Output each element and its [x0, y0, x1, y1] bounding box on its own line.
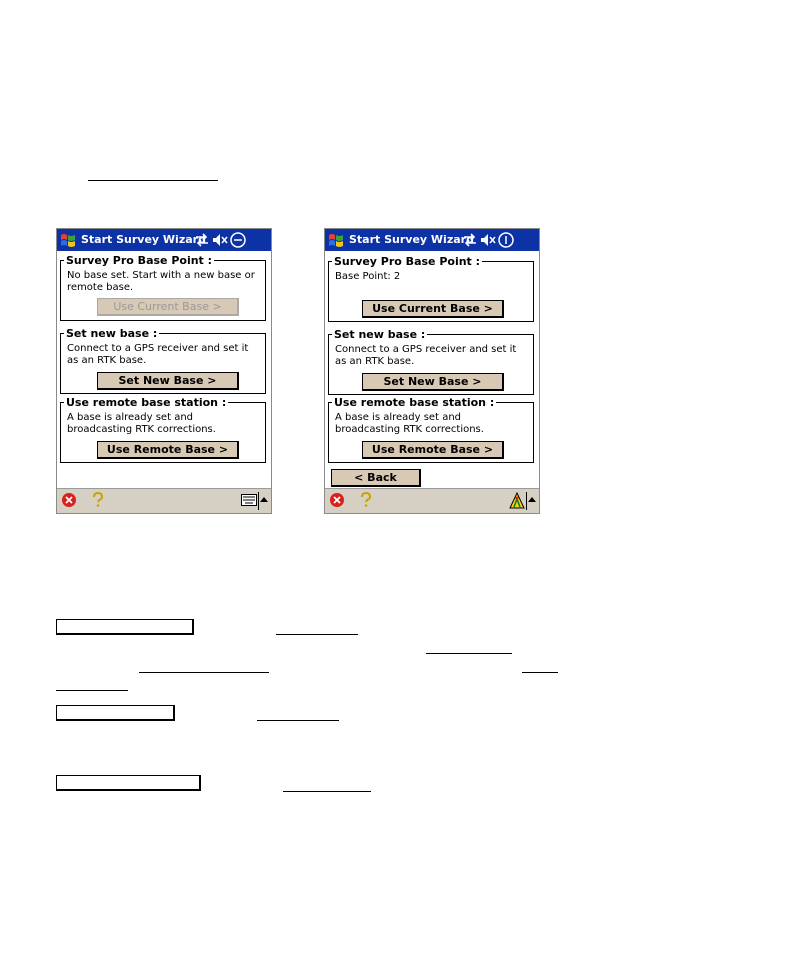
keyboard-icon[interactable]	[241, 494, 257, 506]
close-circle-icon[interactable]	[329, 492, 345, 508]
connectivity-arrows-icon[interactable]	[194, 231, 210, 249]
group-title: Set new base :	[332, 328, 428, 341]
taskbar-divider	[526, 492, 527, 510]
doc-underline	[56, 690, 128, 691]
group-description: A base is already set and broadcasting R…	[67, 412, 216, 435]
group-description: Base Point: 2	[335, 271, 401, 282]
title-bar: Start Survey Wizard	[325, 229, 539, 251]
doc-underline	[88, 180, 218, 181]
group-title: Use remote base station :	[64, 396, 229, 409]
back-button[interactable]: < Back	[331, 469, 421, 487]
taskbar	[57, 488, 271, 513]
group-description: Connect to a GPS receiver and set it as …	[335, 344, 517, 367]
group-use-remote-base-station: Use remote base station : A base is alre…	[328, 396, 534, 463]
help-question-icon[interactable]	[91, 492, 105, 508]
use-current-base-button[interactable]: Use Current Base >	[97, 298, 239, 316]
group-set-new-base: Set new base : Connect to a GPS receiver…	[328, 328, 534, 395]
pocketpc-screen-left: Start Survey Wizard Survey Pro Base Poin…	[56, 228, 272, 514]
set-new-base-button[interactable]: Set New Base >	[362, 373, 504, 391]
windows-flag-icon[interactable]	[59, 231, 77, 249]
group-title: Survey Pro Base Point :	[64, 254, 215, 267]
speaker-muted-icon[interactable]	[480, 231, 496, 249]
group-description: A base is already set and broadcasting R…	[335, 412, 484, 435]
doc-underline	[522, 672, 558, 673]
doc-button-outline	[56, 619, 194, 635]
doc-underline	[276, 634, 358, 635]
doc-underline	[257, 720, 339, 721]
speaker-muted-icon[interactable]	[212, 231, 228, 249]
use-remote-base-button[interactable]: Use Remote Base >	[97, 441, 239, 459]
close-circle-icon[interactable]	[497, 231, 515, 249]
help-question-icon[interactable]	[359, 492, 373, 508]
gps-status-icon[interactable]	[509, 492, 525, 509]
group-title: Set new base :	[64, 327, 160, 340]
connectivity-arrows-icon[interactable]	[462, 231, 478, 249]
doc-underline	[139, 672, 269, 673]
group-survey-pro-base-point: Survey Pro Base Point : No base set. Sta…	[60, 254, 266, 321]
group-title: Survey Pro Base Point :	[332, 255, 483, 268]
doc-underline	[426, 653, 512, 654]
group-set-new-base: Set new base : Connect to a GPS receiver…	[60, 327, 266, 394]
group-description: Connect to a GPS receiver and set it as …	[67, 343, 249, 366]
doc-underline	[283, 791, 371, 792]
window-title: Start Survey Wizard	[81, 233, 206, 246]
group-title: Use remote base station :	[332, 396, 497, 409]
close-circle-icon[interactable]	[229, 231, 247, 249]
up-arrow-icon[interactable]	[528, 496, 536, 502]
group-description: No base set. Start with a new base or re…	[67, 270, 255, 293]
window-title: Start Survey Wizard	[349, 233, 474, 246]
taskbar	[325, 488, 539, 513]
use-current-base-button[interactable]: Use Current Base >	[362, 300, 504, 318]
taskbar-divider	[258, 492, 259, 510]
group-survey-pro-base-point: Survey Pro Base Point : Base Point: 2 Us…	[328, 255, 534, 322]
doc-button-outline	[56, 775, 201, 791]
set-new-base-button[interactable]: Set New Base >	[97, 372, 239, 390]
close-circle-icon[interactable]	[61, 492, 77, 508]
title-bar: Start Survey Wizard	[57, 229, 271, 251]
pocketpc-screen-right: Start Survey Wizard Survey Pro Base Poin…	[324, 228, 540, 514]
doc-button-outline	[56, 705, 175, 721]
group-use-remote-base-station: Use remote base station : A base is alre…	[60, 396, 266, 463]
up-arrow-icon[interactable]	[260, 496, 268, 502]
use-remote-base-button[interactable]: Use Remote Base >	[362, 441, 504, 459]
windows-flag-icon[interactable]	[327, 231, 345, 249]
